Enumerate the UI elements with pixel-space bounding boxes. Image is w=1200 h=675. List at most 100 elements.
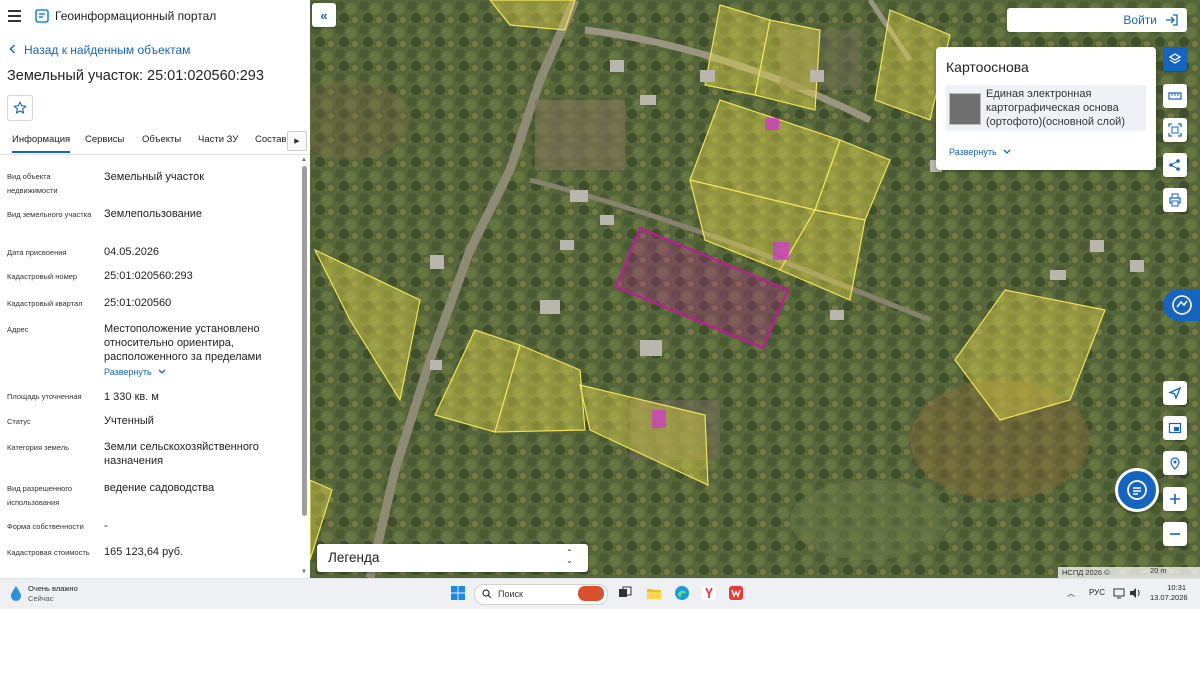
- assistant-icon: [1171, 295, 1192, 315]
- measure-button[interactable]: [1163, 84, 1187, 108]
- minimap-icon: [1168, 422, 1182, 434]
- zoom-in-button[interactable]: [1163, 487, 1187, 511]
- printer-icon: [1169, 193, 1181, 207]
- object-panel: Геоинформационный портал Назад к найденн…: [0, 0, 311, 578]
- info-label: Вид земельного участка: [7, 210, 92, 219]
- scale-label: 20 m: [1150, 566, 1167, 575]
- minimap-button[interactable]: [1163, 416, 1187, 440]
- scrollbar-thumb[interactable]: [302, 166, 307, 516]
- assistant-side-button[interactable]: [1163, 289, 1200, 321]
- humidity-icon[interactable]: [8, 585, 24, 601]
- info-label: Вид объекта недвижимости: [7, 172, 58, 195]
- login-label: Войти: [1123, 13, 1157, 27]
- navigation-arrow-icon: [1168, 386, 1182, 400]
- address-expand-link[interactable]: Развернуть: [104, 367, 166, 377]
- volume-icon[interactable]: [1129, 587, 1141, 599]
- clock-date: 13.07.2026: [1150, 593, 1188, 602]
- back-link-label: Назад к найденным объектам: [24, 43, 191, 57]
- taskbar-search[interactable]: Поиск: [474, 584, 608, 605]
- info-value: 25:01:020560:293: [104, 270, 193, 282]
- share-button[interactable]: [1163, 153, 1187, 177]
- tabs-scroll-right-button[interactable]: ▶: [287, 131, 307, 151]
- expand-collapse-icon: ⌃ ⌄: [566, 548, 573, 565]
- info-label: Категория земель: [7, 443, 70, 452]
- select-area-button[interactable]: [1163, 118, 1187, 142]
- minus-icon: [1170, 533, 1180, 535]
- clock-time: 10:31: [1167, 583, 1186, 592]
- plus-icon: [1170, 494, 1180, 504]
- info-value: Земельный участок: [104, 171, 205, 183]
- basemap-expand-link[interactable]: Развернуть: [949, 147, 1011, 157]
- info-label: Площадь уточненная: [7, 392, 82, 401]
- info-label: Статус: [7, 417, 31, 426]
- info-value: 165 123,64 руб.: [104, 546, 184, 558]
- favorite-button[interactable]: [7, 95, 33, 121]
- legend-label: Легенда: [328, 550, 380, 565]
- info-value: 04.05.2026: [104, 246, 160, 258]
- tab-objects[interactable]: Объекты: [142, 134, 181, 145]
- info-value: 25:01:020560: [104, 297, 172, 309]
- edge-browser-icon[interactable]: [674, 585, 690, 601]
- chevron-down-icon: [1003, 147, 1011, 157]
- wps-office-icon[interactable]: [728, 585, 744, 601]
- windows-start-icon[interactable]: [450, 585, 466, 601]
- scroll-down-arrow[interactable]: ▼: [301, 569, 307, 575]
- system-clock[interactable]: 10:31 13.07.2026: [1150, 583, 1188, 603]
- panel-header: Геоинформационный портал: [0, 0, 310, 32]
- tab-info[interactable]: Информация: [12, 134, 71, 153]
- search-icon: [482, 589, 492, 599]
- info-label: Адрес: [7, 325, 29, 334]
- address-value: Местоположение установлено относительно …: [104, 323, 262, 363]
- star-icon: [13, 101, 27, 114]
- login-button[interactable]: Войти: [1007, 8, 1187, 32]
- basemap-item-label: Единая электронная картографическая осно…: [986, 88, 1125, 128]
- location-search-button[interactable]: [1163, 451, 1187, 475]
- portal-logo-icon: [35, 9, 49, 23]
- basemap-thumbnail: [949, 93, 981, 125]
- info-value: Земли сельскохозяйственного назначения: [104, 441, 259, 467]
- back-link[interactable]: Назад к найденным объектам: [9, 43, 190, 57]
- weather-title: Очень влажно: [28, 584, 78, 593]
- address-expand-label: Развернуть: [104, 367, 152, 377]
- basemap-item[interactable]: Единая электронная картографическая осно…: [946, 85, 1146, 131]
- login-icon: [1166, 14, 1178, 26]
- input-language[interactable]: РУС: [1089, 588, 1105, 597]
- info-label: Кадастровый номер: [7, 272, 78, 281]
- location-pin-icon: [1170, 457, 1180, 470]
- tab-bar: Информация Сервисы Объекты Части ЗУ Сост…: [0, 128, 310, 155]
- weather-subtitle: Сейчас: [28, 594, 54, 603]
- basemap-title: Картооснова: [946, 59, 1029, 75]
- info-label: Форма собственности: [7, 522, 84, 531]
- legend-panel[interactable]: Легенда ⌃ ⌄: [317, 544, 588, 572]
- chat-button[interactable]: [1115, 468, 1159, 512]
- network-icon[interactable]: [1113, 587, 1125, 599]
- chevron-left-icon: [9, 43, 16, 57]
- select-area-icon: [1168, 123, 1182, 137]
- task-view-icon[interactable]: [617, 585, 633, 601]
- weather-widget[interactable]: Очень влажно Сейчас: [28, 584, 78, 604]
- tab-parts[interactable]: Части ЗУ: [198, 134, 238, 145]
- info-label: Кадастровая стоимость: [7, 548, 90, 557]
- zoom-out-button[interactable]: [1163, 522, 1187, 546]
- tab-services[interactable]: Сервисы: [85, 134, 124, 145]
- chevron-right-icon: ▶: [294, 138, 300, 145]
- map-attribution: НСПД 2026 © 20 m: [1058, 566, 1200, 578]
- chevron-up-icon[interactable]: ︿: [1067, 588, 1075, 599]
- layers-button[interactable]: [1163, 47, 1187, 71]
- geolocation-button[interactable]: [1163, 381, 1187, 405]
- scroll-up-arrow[interactable]: ▲: [301, 157, 307, 163]
- menu-icon[interactable]: [8, 10, 21, 22]
- app-title: Геоинформационный портал: [55, 9, 217, 23]
- attribution-text: НСПД 2026 ©: [1062, 568, 1110, 577]
- tab-composition[interactable]: Состав: [255, 134, 286, 145]
- double-chevron-left-icon: «: [320, 7, 328, 23]
- os-taskbar: Очень влажно Сейчас Поиск ︿ РУС 10:31 13…: [0, 578, 1200, 609]
- ruler-icon: [1168, 92, 1182, 100]
- basemap-expand-label: Развернуть: [949, 147, 997, 157]
- info-value: -: [104, 520, 108, 532]
- collapse-panel-button[interactable]: «: [312, 3, 336, 27]
- basemap-panel: Картооснова Единая электронная картограф…: [936, 47, 1156, 170]
- yandex-browser-icon[interactable]: [701, 585, 717, 601]
- file-explorer-icon[interactable]: [646, 585, 662, 601]
- print-button[interactable]: [1163, 188, 1187, 212]
